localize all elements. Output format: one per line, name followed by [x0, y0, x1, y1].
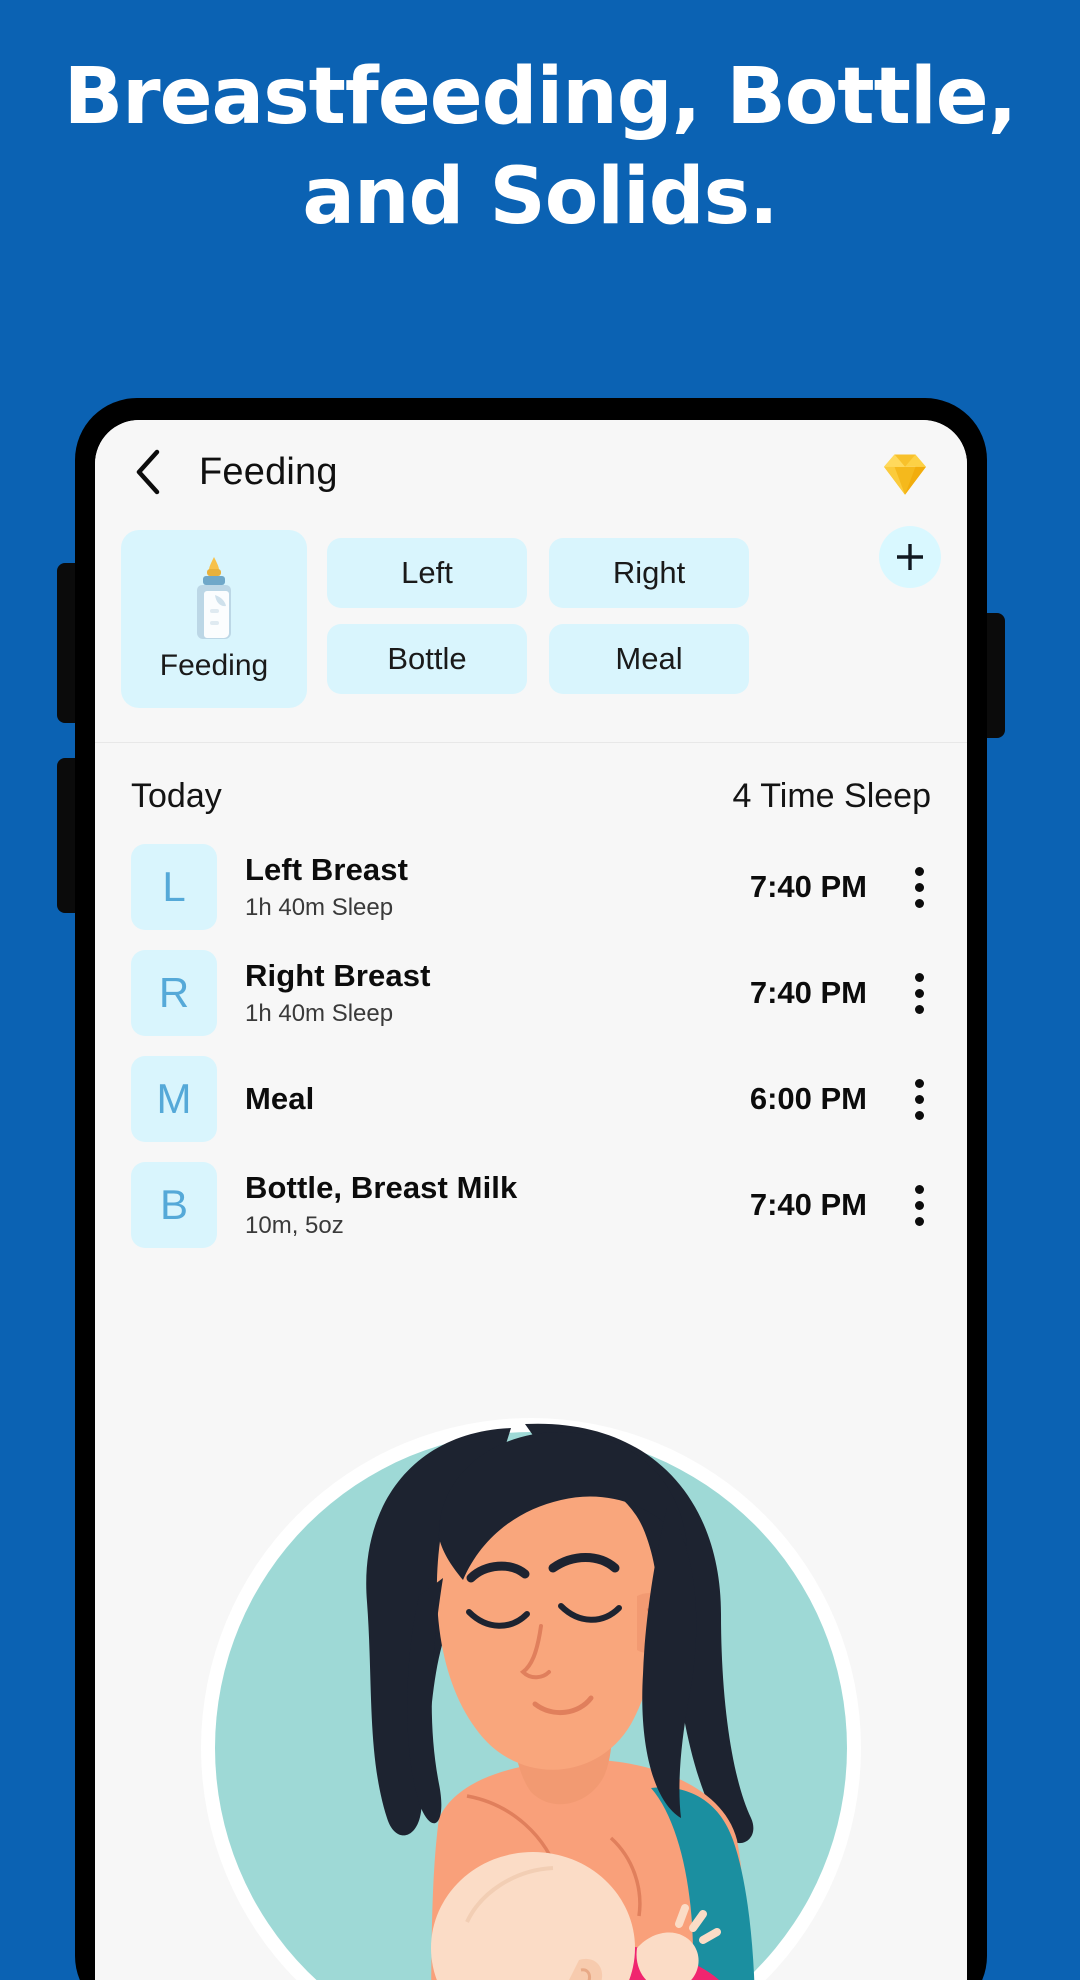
promo-headline-line-2: and Solids.: [302, 151, 778, 242]
category-card-feeding[interactable]: Feeding: [121, 530, 307, 708]
entry-subtitle: 10m, 5oz: [245, 1212, 344, 1239]
kebab-menu-icon[interactable]: [901, 967, 937, 1020]
list-section-label: Today: [131, 777, 222, 815]
chip-right[interactable]: Right: [549, 538, 749, 608]
back-icon[interactable]: [125, 449, 171, 495]
entry-subtitle: 1h 40m Sleep: [245, 1000, 394, 1027]
category-card-label: Feeding: [159, 649, 269, 682]
premium-button[interactable]: [877, 444, 933, 500]
row-text: Meal: [245, 1081, 750, 1117]
phone-screen: Feeding Feeding Left Right Bottle Meal T…: [95, 420, 967, 1980]
kebab-menu-icon[interactable]: [901, 1179, 937, 1232]
avatar: B: [131, 1162, 217, 1248]
entry-time: 7:40 PM: [749, 869, 867, 904]
entry-time: 7:40 PM: [749, 975, 867, 1010]
entry-subtitle: 1h 40m Sleep: [245, 894, 394, 921]
row-text: Right Breast 1h 40m Sleep: [245, 958, 750, 1028]
entry-time: 6:00 PM: [749, 1081, 867, 1116]
gem-icon: [884, 454, 926, 495]
feeding-log-list: Today 4 Time Sleep L Left Breast 1h 40m …: [95, 743, 967, 1258]
chip-bottle[interactable]: Bottle: [327, 624, 527, 694]
chip-left[interactable]: Left: [327, 538, 527, 608]
chip-meal[interactable]: Meal: [549, 624, 749, 694]
baby-bottle-icon: [197, 557, 231, 639]
table-row[interactable]: L Left Breast 1h 40m Sleep 7:40 PM: [95, 834, 967, 940]
list-header: Today 4 Time Sleep: [95, 743, 967, 834]
avatar: R: [131, 950, 217, 1036]
entry-title: Right Breast: [245, 958, 431, 993]
promo-headline-line-1: Breastfeeding, Bottle,: [63, 52, 1018, 142]
list-summary: 4 Time Sleep: [732, 777, 931, 815]
feeding-chip-group: Left Right Bottle Meal: [327, 538, 749, 694]
breastfeeding-mother-illustration: [181, 1388, 881, 1980]
phone-frame: Feeding Feeding Left Right Bottle Meal T…: [75, 398, 987, 1980]
entry-title: Meal: [245, 1081, 315, 1116]
row-text: Left Breast 1h 40m Sleep: [245, 852, 750, 922]
table-row[interactable]: M Meal 6:00 PM: [95, 1046, 967, 1152]
plus-icon: [897, 544, 923, 570]
kebab-menu-icon[interactable]: [901, 861, 937, 914]
avatar: M: [131, 1056, 217, 1142]
feeding-type-selector: Feeding Left Right Bottle Meal: [95, 524, 967, 743]
table-row[interactable]: R Right Breast 1h 40m Sleep 7:40 PM: [95, 940, 967, 1046]
table-row[interactable]: B Bottle, Breast Milk 10m, 5oz 7:40 PM: [95, 1152, 967, 1258]
phone-mockup: Feeding Feeding Left Right Bottle Meal T…: [57, 398, 1005, 1980]
page-title: Feeding: [199, 450, 338, 493]
entry-title: Bottle, Breast Milk: [245, 1170, 518, 1205]
app-header: Feeding: [95, 420, 967, 524]
entry-title: Left Breast: [245, 852, 409, 887]
kebab-menu-icon[interactable]: [901, 1073, 937, 1126]
avatar: L: [131, 844, 217, 930]
row-text: Bottle, Breast Milk 10m, 5oz: [245, 1170, 750, 1240]
entry-time: 7:40 PM: [749, 1187, 867, 1222]
promo-headline: Breastfeeding, Bottle, and Solids.: [0, 48, 1080, 248]
add-entry-button[interactable]: [879, 526, 941, 588]
